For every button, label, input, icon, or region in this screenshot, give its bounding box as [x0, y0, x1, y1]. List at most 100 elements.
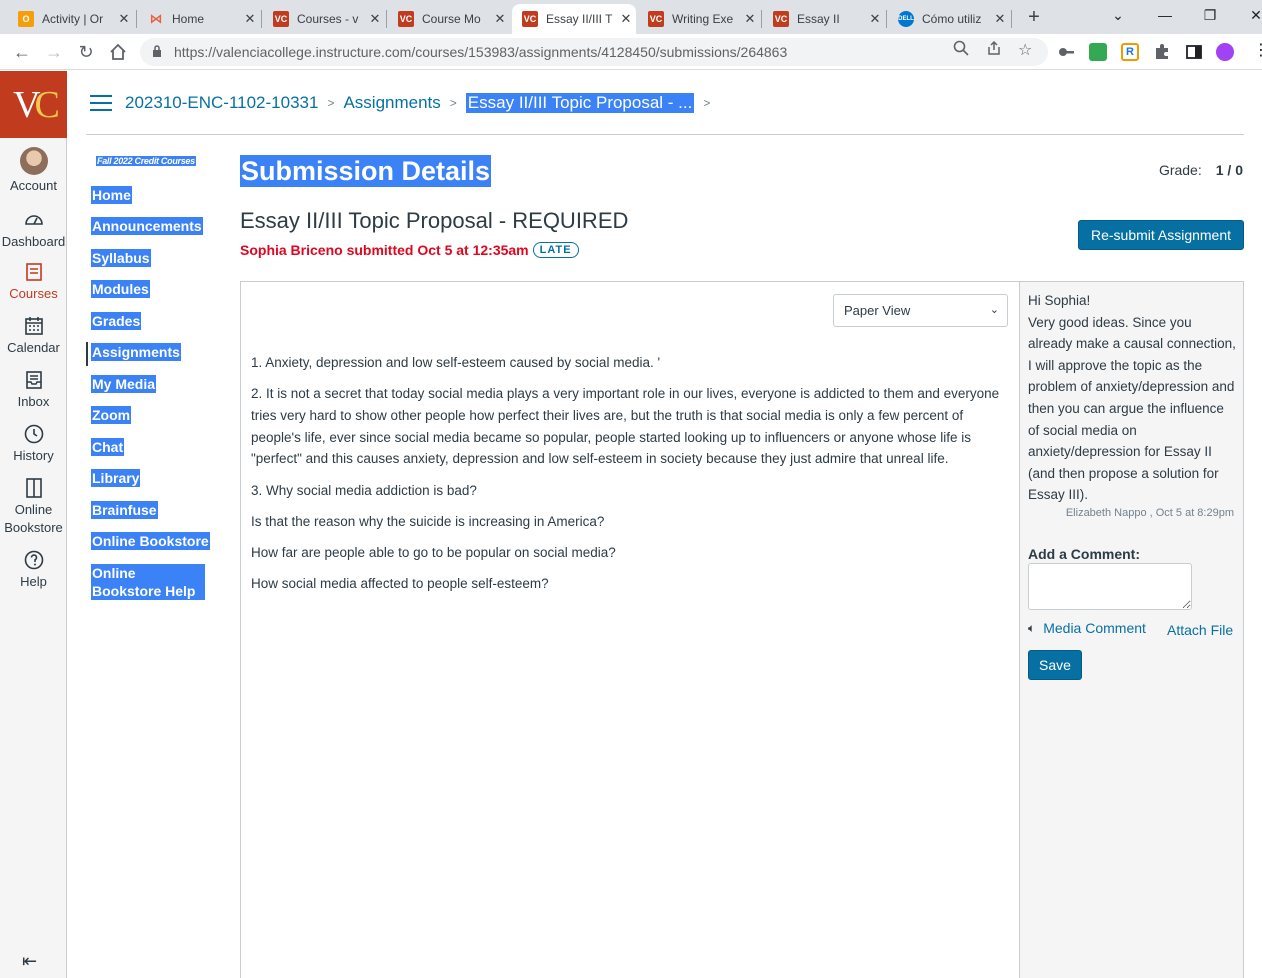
- resubmit-assignment-button[interactable]: Re-submit Assignment: [1078, 220, 1244, 250]
- global-nav-calendar[interactable]: Calendar: [0, 315, 67, 357]
- extension-green-icon[interactable]: [1089, 43, 1107, 61]
- comment-greeting: Hi Sophia!: [1028, 293, 1091, 308]
- course-nav-online-bookstore-help[interactable]: Online Bookstore Help: [91, 564, 205, 600]
- late-badge: LATE: [532, 242, 579, 258]
- new-tab-button[interactable]: +: [1022, 4, 1046, 30]
- bookstore-icon: [25, 478, 42, 498]
- home-icon[interactable]: [106, 40, 130, 64]
- browser-tab[interactable]: VC Courses - v ✕: [263, 4, 385, 34]
- extensions-puzzle-icon[interactable]: [1153, 43, 1171, 61]
- global-nav-courses[interactable]: Courses: [0, 261, 67, 303]
- browser-tab[interactable]: VC Writing Exe ✕: [638, 4, 760, 34]
- chevron-down-icon: ⌄: [989, 304, 999, 316]
- reload-icon[interactable]: ↻: [74, 40, 98, 64]
- global-nav-account[interactable]: Account: [0, 147, 67, 195]
- course-nav-assignments[interactable]: Assignments: [91, 343, 181, 361]
- course-nav-syllabus[interactable]: Syllabus: [91, 249, 151, 267]
- history-icon: [24, 424, 43, 444]
- calendar-icon: [24, 317, 43, 335]
- browser-tab[interactable]: VC Course Mo ✕: [388, 4, 510, 34]
- restore-icon[interactable]: ❐: [1190, 0, 1230, 30]
- browser-tab[interactable]: ⋈ Home ✕: [138, 4, 260, 34]
- global-nav-online-bookstore[interactable]: Online Bookstore: [0, 477, 67, 537]
- submission-status: Sophia Briceno submitted Oct 5 at 12:35a…: [240, 242, 579, 258]
- vc-icon: VC: [522, 11, 538, 27]
- media-comment-link[interactable]: 🔈︎ Media Comment: [1028, 620, 1146, 636]
- close-icon[interactable]: ✕: [240, 11, 260, 27]
- back-icon[interactable]: ←: [10, 40, 34, 64]
- url-text: https://valenciacollege.instructure.com/…: [174, 44, 788, 60]
- dashboard-icon: [24, 215, 43, 225]
- course-nav-online-bookstore[interactable]: Online Bookstore: [91, 532, 210, 550]
- breadcrumb-assignments[interactable]: Assignments: [343, 93, 440, 113]
- course-nav-announcements[interactable]: Announcements: [91, 217, 203, 235]
- browser-tab[interactable]: VC Essay II ✕: [763, 4, 885, 34]
- close-icon[interactable]: ✕: [865, 11, 885, 27]
- submission-paragraph: Is that the reason why the suicide is in…: [251, 513, 605, 529]
- address-bar[interactable]: https://valenciacollege.instructure.com/…: [140, 38, 1048, 66]
- close-icon[interactable]: ✕: [740, 11, 760, 27]
- global-nav: VC Account Dashboard Courses Calendar In…: [0, 71, 67, 978]
- attach-file-link[interactable]: Attach File: [1167, 622, 1233, 638]
- course-nav-library[interactable]: Library: [91, 469, 141, 487]
- browser-tab-active[interactable]: VC Essay II/III T ✕: [512, 4, 636, 34]
- browser-tab[interactable]: O Activity | Or ✕: [8, 4, 134, 34]
- extension-r-icon[interactable]: R: [1121, 43, 1139, 61]
- save-comment-button[interactable]: Save: [1028, 650, 1082, 680]
- grade-label: Grade:: [1158, 162, 1202, 178]
- comment-text: Hi Sophia! Very good ideas. Since you al…: [1028, 290, 1238, 506]
- view-mode-select[interactable]: Paper View ⌄: [833, 294, 1008, 327]
- lock-icon: [153, 45, 161, 57]
- add-comment-label: Add a Comment:: [1028, 546, 1140, 562]
- course-nav-grades[interactable]: Grades: [91, 312, 142, 330]
- vc-logo[interactable]: VC: [0, 71, 67, 138]
- profile-avatar-icon[interactable]: [1216, 43, 1234, 61]
- close-icon[interactable]: ✕: [365, 11, 385, 27]
- comment-body: Very good ideas. Since you already make …: [1028, 314, 1236, 503]
- forward-icon[interactable]: →: [42, 40, 66, 64]
- breadcrumb-current[interactable]: Essay II/III Topic Proposal - ...: [465, 93, 695, 113]
- vc-icon: VC: [648, 11, 664, 27]
- course-nav-modules[interactable]: Modules: [91, 280, 150, 298]
- global-nav-help[interactable]: Help: [0, 549, 67, 591]
- course-nav-brainfuse[interactable]: Brainfuse: [91, 501, 158, 519]
- submission-paragraph: 1. Anxiety, depression and low self-este…: [251, 355, 661, 370]
- share-icon[interactable]: [986, 40, 1002, 59]
- course-nav-home[interactable]: Home: [91, 186, 132, 204]
- courses-icon: [25, 263, 42, 281]
- breadcrumb-course[interactable]: 202310-ENC-1102-10331: [125, 93, 318, 113]
- close-icon[interactable]: ✕: [616, 11, 636, 27]
- comment-textarea[interactable]: [1028, 563, 1192, 610]
- bookmark-star-icon[interactable]: ☆: [1018, 40, 1032, 60]
- menu-kebab-icon[interactable]: ⋮: [1253, 40, 1262, 60]
- global-nav-inbox[interactable]: Inbox: [0, 369, 67, 411]
- active-indicator: [86, 342, 88, 366]
- hamburger-icon[interactable]: [90, 95, 112, 111]
- grade-display: Grade: 1 / 0: [1159, 162, 1243, 178]
- global-nav-history[interactable]: History: [0, 423, 67, 465]
- side-panel-icon[interactable]: [1185, 43, 1203, 61]
- zoom-icon[interactable]: [953, 40, 969, 59]
- browser-toolbar: ← → ↻ https://valenciacollege.instructur…: [0, 34, 1262, 70]
- minimize-icon[interactable]: —: [1145, 0, 1185, 30]
- course-nav-my-media[interactable]: My Media: [91, 375, 157, 393]
- inbox-icon: [25, 371, 42, 389]
- window-close-icon[interactable]: ✕: [1236, 0, 1262, 30]
- collapse-nav-icon[interactable]: ⇤: [22, 951, 37, 972]
- close-icon[interactable]: ✕: [990, 11, 1010, 27]
- extension-key-icon[interactable]: [1057, 43, 1075, 61]
- course-nav-zoom[interactable]: Zoom: [91, 406, 132, 424]
- chevron-right-icon: >: [327, 96, 335, 110]
- tab-search-icon[interactable]: ⌄: [1098, 0, 1138, 30]
- course-nav-chat[interactable]: Chat: [91, 438, 125, 456]
- browser-tab[interactable]: DELL Cómo utiliz ✕: [888, 4, 1010, 34]
- vc-icon: VC: [773, 11, 789, 27]
- assignment-title: Essay II/III Topic Proposal - REQUIRED: [240, 208, 629, 233]
- chevron-right-icon: >: [449, 96, 457, 110]
- page-title: Submission Details: [240, 155, 492, 187]
- close-icon[interactable]: ✕: [490, 11, 510, 27]
- divider: [86, 134, 1244, 135]
- vc-icon: VC: [273, 11, 289, 27]
- close-icon[interactable]: ✕: [114, 11, 134, 27]
- global-nav-dashboard[interactable]: Dashboard: [0, 209, 67, 251]
